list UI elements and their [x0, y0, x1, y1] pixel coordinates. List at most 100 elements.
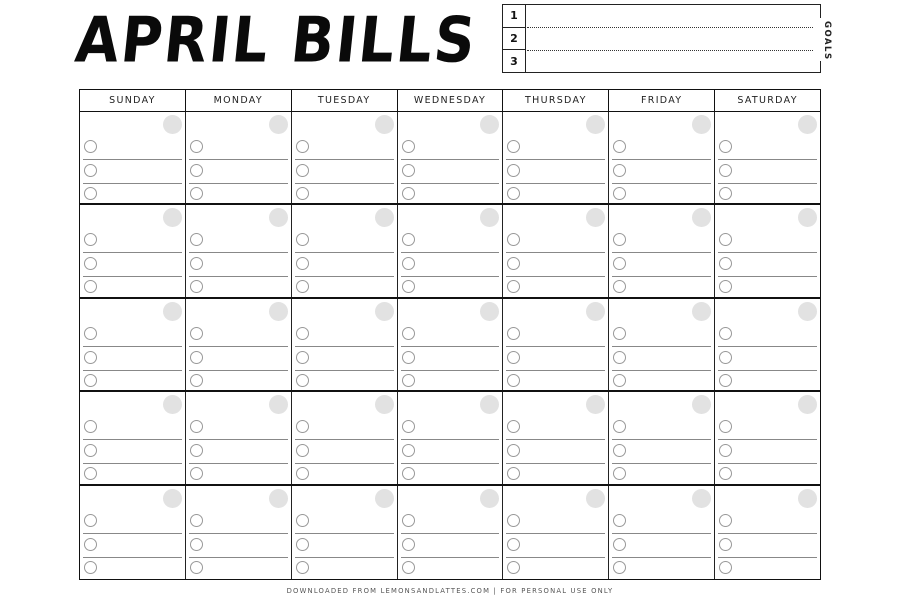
- checkbox-circle-icon[interactable]: [613, 420, 627, 434]
- bill-line[interactable]: [401, 557, 500, 581]
- checkbox-circle-icon[interactable]: [719, 467, 733, 481]
- bill-line[interactable]: [612, 347, 712, 371]
- checkbox-circle-icon[interactable]: [84, 444, 97, 458]
- day-cell[interactable]: [503, 205, 610, 297]
- bill-line[interactable]: [295, 370, 394, 394]
- bill-line[interactable]: [612, 557, 711, 581]
- checkbox-circle-icon[interactable]: [613, 280, 627, 294]
- checkbox-circle-icon[interactable]: [401, 560, 415, 574]
- day-cell[interactable]: [398, 205, 504, 297]
- day-cell[interactable]: [292, 298, 398, 391]
- checkbox-circle-icon[interactable]: [507, 560, 521, 574]
- bill-line[interactable]: [506, 440, 606, 465]
- checkbox-circle-icon[interactable]: [507, 350, 521, 364]
- bill-line[interactable]: [506, 416, 606, 441]
- bill-line[interactable]: [506, 276, 605, 300]
- day-cell[interactable]: [186, 298, 292, 391]
- bill-line[interactable]: [506, 534, 606, 558]
- day-cell[interactable]: [292, 112, 398, 204]
- checkbox-circle-icon[interactable]: [507, 444, 521, 458]
- checkbox-circle-icon[interactable]: [189, 233, 203, 247]
- checkbox-circle-icon[interactable]: [295, 164, 309, 177]
- checkbox-circle-icon[interactable]: [84, 467, 97, 481]
- checkbox-circle-icon[interactable]: [295, 444, 309, 458]
- bill-line[interactable]: [188, 534, 288, 558]
- day-cell[interactable]: [292, 392, 398, 484]
- checkbox-circle-icon[interactable]: [613, 257, 627, 271]
- bill-line[interactable]: [400, 229, 500, 254]
- checkbox-circle-icon[interactable]: [189, 560, 203, 574]
- checkbox-circle-icon[interactable]: [189, 187, 203, 200]
- checkbox-circle-icon[interactable]: [719, 350, 733, 364]
- checkbox-circle-icon[interactable]: [84, 537, 97, 551]
- day-cell[interactable]: [715, 205, 820, 296]
- bill-line[interactable]: [189, 463, 288, 487]
- day-cell[interactable]: [186, 112, 292, 204]
- bill-line[interactable]: [400, 347, 500, 371]
- checkbox-circle-icon[interactable]: [719, 560, 733, 574]
- bill-line[interactable]: [506, 463, 605, 487]
- bill-line[interactable]: [294, 229, 394, 254]
- checkbox-circle-icon[interactable]: [295, 467, 309, 481]
- bill-line[interactable]: [83, 253, 182, 278]
- bill-line[interactable]: [83, 440, 182, 465]
- bill-line[interactable]: [400, 440, 500, 465]
- bill-line[interactable]: [400, 136, 500, 160]
- checkbox-circle-icon[interactable]: [295, 233, 309, 247]
- bill-line[interactable]: [400, 510, 500, 534]
- day-cell[interactable]: [292, 485, 398, 579]
- checkbox-circle-icon[interactable]: [401, 350, 415, 364]
- day-cell[interactable]: [609, 112, 716, 204]
- bill-line[interactable]: [188, 229, 288, 254]
- checkbox-circle-icon[interactable]: [507, 326, 521, 340]
- checkbox-circle-icon[interactable]: [507, 233, 521, 247]
- checkbox-circle-icon[interactable]: [295, 187, 309, 200]
- checkbox-circle-icon[interactable]: [401, 373, 415, 387]
- bill-line[interactable]: [295, 463, 394, 487]
- bill-line[interactable]: [401, 183, 500, 207]
- bill-line[interactable]: [189, 276, 288, 300]
- bill-line[interactable]: [506, 370, 605, 394]
- checkbox-circle-icon[interactable]: [507, 257, 521, 271]
- bill-line[interactable]: [612, 183, 711, 207]
- checkbox-circle-icon[interactable]: [507, 513, 521, 527]
- checkbox-circle-icon[interactable]: [719, 537, 733, 551]
- day-cell[interactable]: [398, 298, 504, 391]
- bill-line[interactable]: [83, 557, 182, 581]
- day-cell[interactable]: [80, 392, 186, 484]
- checkbox-circle-icon[interactable]: [613, 350, 627, 364]
- checkbox-circle-icon[interactable]: [295, 257, 309, 271]
- checkbox-circle-icon[interactable]: [401, 233, 415, 247]
- checkbox-circle-icon[interactable]: [189, 537, 203, 551]
- checkbox-circle-icon[interactable]: [401, 257, 415, 271]
- checkbox-circle-icon[interactable]: [719, 257, 733, 271]
- checkbox-circle-icon[interactable]: [84, 420, 97, 434]
- checkbox-circle-icon[interactable]: [507, 537, 521, 551]
- bill-line[interactable]: [612, 253, 712, 278]
- bill-line[interactable]: [294, 323, 394, 347]
- bill-line[interactable]: [83, 463, 182, 487]
- checkbox-circle-icon[interactable]: [84, 187, 97, 200]
- bill-line[interactable]: [506, 136, 606, 160]
- checkbox-circle-icon[interactable]: [295, 280, 309, 294]
- bill-line[interactable]: [83, 370, 182, 394]
- checkbox-circle-icon[interactable]: [507, 280, 521, 294]
- checkbox-circle-icon[interactable]: [719, 373, 733, 387]
- checkbox-circle-icon[interactable]: [507, 164, 521, 177]
- bill-line[interactable]: [612, 416, 712, 441]
- checkbox-circle-icon[interactable]: [719, 280, 733, 294]
- bill-line[interactable]: [189, 370, 288, 394]
- bill-line[interactable]: [83, 229, 182, 254]
- day-cell[interactable]: [609, 485, 716, 581]
- bill-line[interactable]: [189, 557, 288, 581]
- bill-line[interactable]: [506, 253, 606, 278]
- checkbox-circle-icon[interactable]: [613, 140, 627, 153]
- day-cell[interactable]: [398, 392, 504, 484]
- bill-line[interactable]: [718, 160, 818, 184]
- checkbox-circle-icon[interactable]: [189, 420, 203, 434]
- checkbox-circle-icon[interactable]: [401, 187, 415, 200]
- bill-line[interactable]: [718, 440, 818, 465]
- day-cell[interactable]: [80, 485, 186, 581]
- bill-line[interactable]: [83, 534, 182, 558]
- checkbox-circle-icon[interactable]: [613, 513, 627, 527]
